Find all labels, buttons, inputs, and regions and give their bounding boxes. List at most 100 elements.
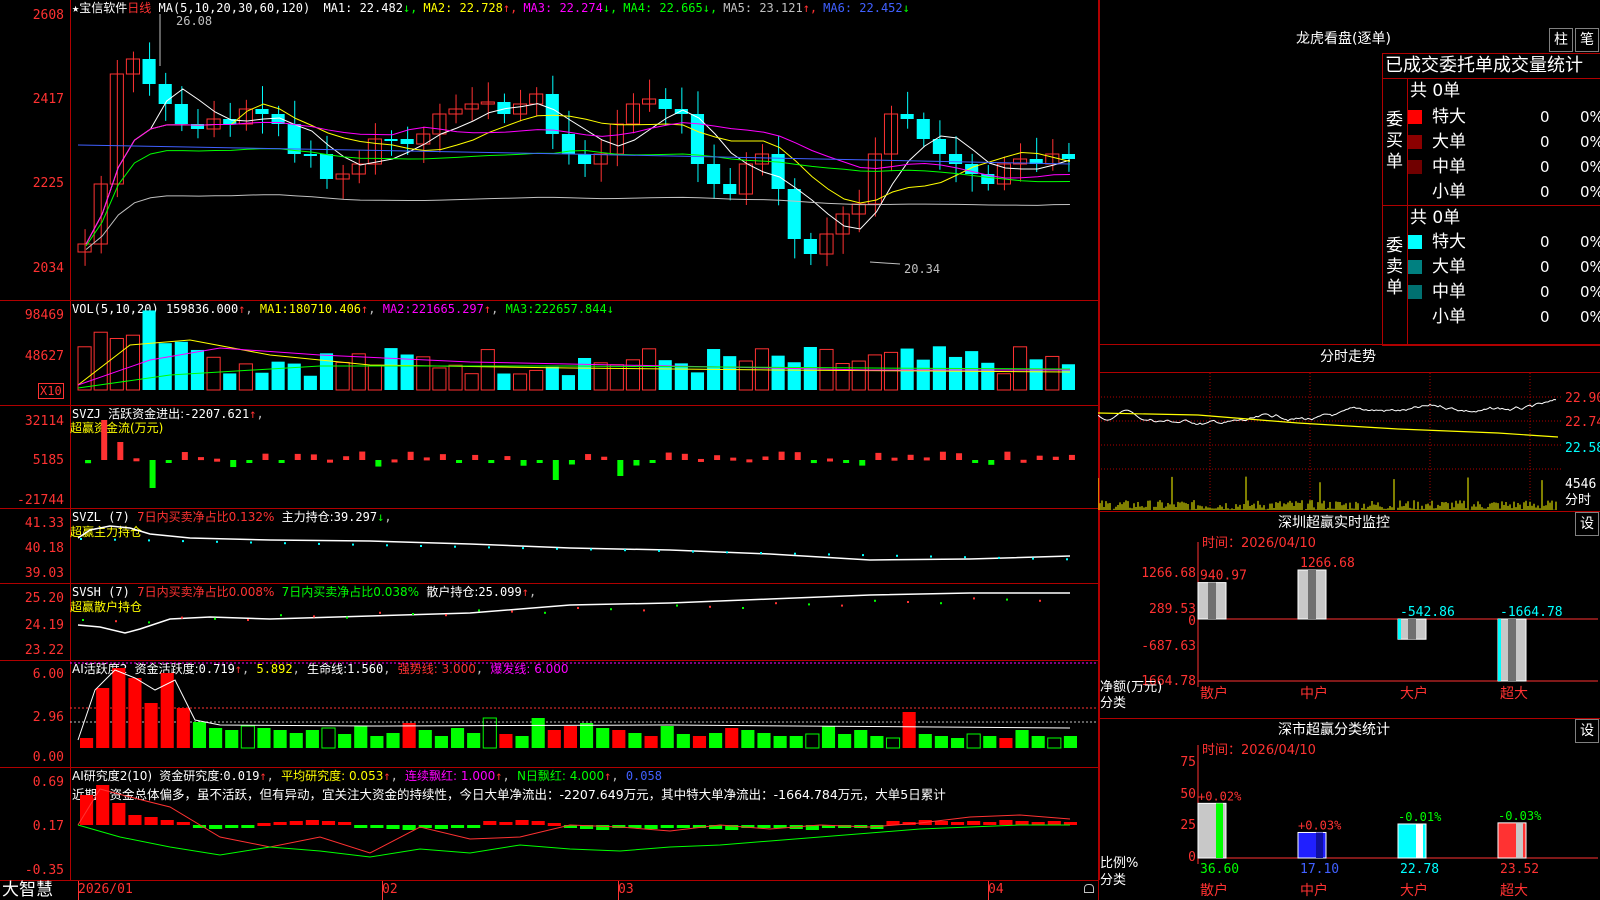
lock-icon[interactable]: [1084, 884, 1094, 893]
hold-dot: [478, 609, 480, 612]
y-tick: 2225: [32, 176, 64, 191]
active-bar: [628, 733, 642, 748]
hold-dot: [556, 547, 558, 550]
tick-view-button[interactable]: 笔: [1575, 28, 1599, 52]
row-count: 0: [1540, 233, 1550, 251]
active-bar: [692, 736, 707, 748]
ma2-arrow: ↑,: [502, 1, 518, 15]
legend-swatch: [1408, 135, 1422, 149]
x-tick: 04: [988, 882, 1004, 897]
flow-bar: [85, 460, 92, 464]
main-chart[interactable]: [70, 14, 1098, 299]
hold-dot: [726, 551, 728, 554]
ma-line: [85, 194, 1070, 250]
candle: [319, 154, 334, 179]
active-bar: [80, 738, 94, 748]
vol-bar: [723, 356, 737, 390]
active-bar: [112, 668, 126, 748]
vol-bar: [432, 367, 447, 391]
ai-research-y-tick: 0.69: [32, 775, 64, 790]
row-label: 小单: [1432, 182, 1466, 202]
vol-bar: [448, 364, 463, 391]
ma2-value: MA2: 22.728: [423, 1, 503, 15]
ma-line: [85, 121, 1070, 245]
vol-bar: [996, 373, 1011, 391]
hold-dot: [115, 620, 117, 623]
row-label: 特大: [1432, 107, 1466, 127]
vol-bar: [223, 373, 237, 390]
flow-bar: [117, 442, 124, 460]
flow-bar: [472, 454, 479, 460]
active-bar: [402, 723, 416, 748]
research-bar: [370, 825, 384, 828]
vol-bar: [642, 348, 657, 391]
vol-bar: [625, 359, 641, 391]
ai-active-y-tick: 0.00: [32, 750, 64, 765]
vol-bar: [948, 356, 963, 390]
flow-bar: [294, 453, 301, 460]
research-bar: [289, 821, 303, 825]
svzj-y-tick: 32114: [24, 414, 64, 429]
class-bar-change: -0.03%: [1498, 809, 1542, 823]
hold-dot: [280, 614, 282, 617]
monitor-chart[interactable]: 940.97 散户 1266.68 中户 -542.86 大户 -1664.78 超大: [1098, 512, 1600, 718]
footer-logo[interactable]: 大智慧: [2, 881, 53, 900]
monitor-bar-shade: [1308, 570, 1316, 619]
class-bar-value: 23.52: [1500, 862, 1539, 877]
research-bar: [434, 825, 448, 829]
research-bar: [676, 825, 690, 828]
main-hold-line: [77, 525, 1071, 561]
hold-dot: [964, 556, 966, 559]
period-label[interactable]: 日线: [127, 1, 151, 15]
sell-row: 中单 0 0%: [1408, 280, 1600, 304]
vol-bar: [174, 341, 188, 390]
svzj-chart[interactable]: [70, 405, 1098, 508]
flow-bar: [488, 460, 495, 464]
vol-unit-badge[interactable]: X10: [38, 383, 64, 399]
monitor-bar-value: 940.97: [1200, 569, 1247, 584]
class-chart[interactable]: +0.02% 36.60 散户 +0.03% 17.10 中户 -0.01% 22.78 大户 -…: [1098, 719, 1600, 900]
vol-chart[interactable]: [70, 300, 1098, 405]
flow-bar: [407, 451, 414, 460]
class-bar-label: 大户: [1400, 882, 1428, 899]
flow-bar: [730, 457, 737, 461]
active-bar: [192, 722, 207, 748]
active-bar: [870, 736, 884, 748]
row-count: 0: [1540, 308, 1550, 326]
flow-bar: [827, 458, 833, 462]
column-view-button[interactable]: 柱: [1549, 28, 1573, 52]
lhb-title: 龙虎看盘(逐单): [1296, 31, 1391, 47]
research-bar: [273, 822, 287, 825]
candle: [77, 243, 92, 253]
svsh-chart[interactable]: [70, 583, 1098, 660]
active-bar: [902, 712, 916, 748]
intraday-chart[interactable]: [1098, 373, 1563, 510]
active-bar: [128, 678, 142, 748]
vol-bar: [1061, 364, 1075, 390]
flow-bar: [665, 452, 672, 460]
class-bar-value: 17.10: [1300, 862, 1339, 877]
research-bar: [354, 825, 368, 828]
flow-bar: [891, 457, 898, 461]
ma1-arrow: ↓,: [402, 1, 418, 15]
research-bar: [950, 822, 965, 825]
class-bar-label: 散户: [1200, 882, 1228, 899]
vol-bar: [674, 363, 688, 390]
vol-bar: [545, 366, 559, 390]
research-bar: [225, 825, 239, 828]
vol-bar: [351, 353, 366, 391]
flow-bar: [439, 454, 446, 460]
buy-row: 特大 0 0%: [1408, 105, 1600, 129]
hold-dot: [511, 610, 513, 613]
active-bar: [885, 737, 901, 749]
class-bar: [1297, 831, 1327, 859]
svzl-y-tick: 41.33: [24, 516, 64, 531]
candle: [545, 94, 559, 134]
stock-name[interactable]: 宝信软件: [79, 1, 127, 15]
flow-bar: [875, 452, 882, 460]
ai-research-chart[interactable]: [70, 767, 1098, 880]
svzl-chart[interactable]: [70, 508, 1098, 583]
ai-active-chart[interactable]: [70, 660, 1098, 767]
vol-bar: [771, 355, 785, 390]
research-line-green: [77, 824, 1070, 858]
